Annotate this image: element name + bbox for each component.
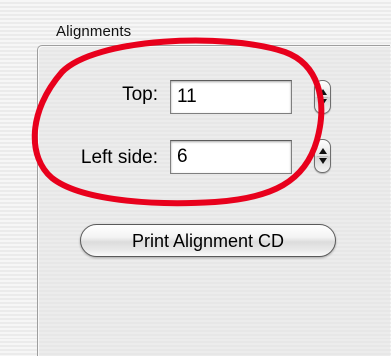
stepper-divider [317, 97, 328, 98]
left-side-stepper[interactable] [314, 139, 331, 173]
top-label: Top: [122, 84, 158, 105]
print-alignment-cd-button[interactable]: Print Alignment CD [80, 224, 336, 257]
stepper-up-arrow-icon[interactable] [319, 89, 327, 95]
top-stepper[interactable] [314, 80, 331, 114]
left-side-label: Left side: [80, 147, 158, 168]
stepper-down-arrow-icon[interactable] [319, 158, 327, 164]
stepper-down-arrow-icon[interactable] [319, 99, 327, 105]
left-side-field[interactable] [170, 140, 292, 174]
stepper-up-arrow-icon[interactable] [319, 148, 327, 154]
alignments-group-title: Alignments [56, 23, 132, 40]
stepper-divider [317, 156, 328, 157]
top-field[interactable] [170, 80, 292, 114]
